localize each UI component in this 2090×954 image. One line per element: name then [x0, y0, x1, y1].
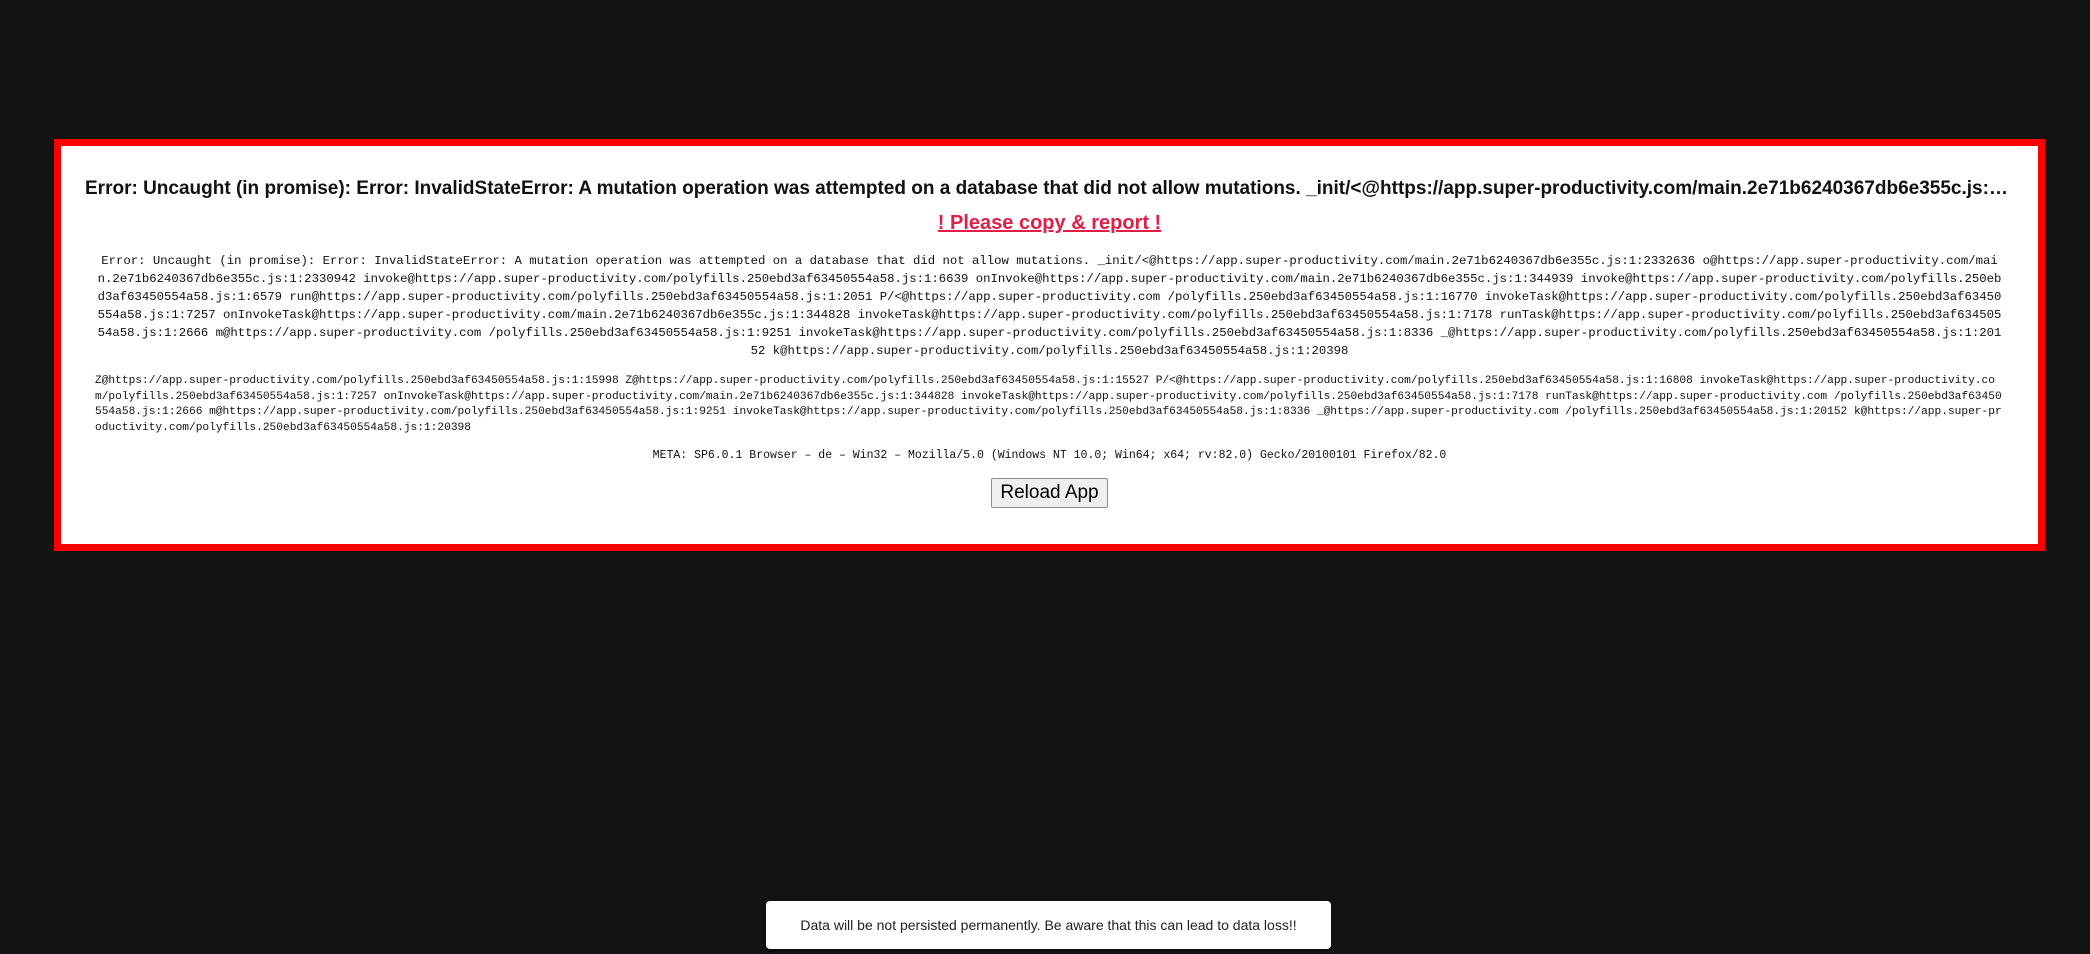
global-error-alert: Error: Uncaught (in promise): Error: Inv… [54, 139, 2045, 551]
snackbar-message: Data will be not persisted permanently. … [800, 917, 1297, 933]
app-root: Error: Uncaught (in promise): Error: Inv… [0, 0, 2090, 954]
error-stack-trace: Error: Uncaught (in promise): Error: Inv… [97, 254, 2002, 358]
error-title: Error: Uncaught (in promise): Error: Inv… [85, 178, 2014, 199]
snackbar-warning: Data will be not persisted permanently. … [766, 901, 1331, 949]
copy-report-link[interactable]: ! Please copy & report ! [85, 210, 2014, 236]
reload-app-button[interactable]: Reload App [991, 478, 1108, 508]
error-stack-trace-additional: Z@https://app.super-productivity.com/pol… [95, 375, 2002, 434]
reload-container: Reload App [85, 478, 2014, 508]
error-meta-info: META: SP6.0.1 Browser – de – Win32 – Moz… [652, 449, 1447, 462]
